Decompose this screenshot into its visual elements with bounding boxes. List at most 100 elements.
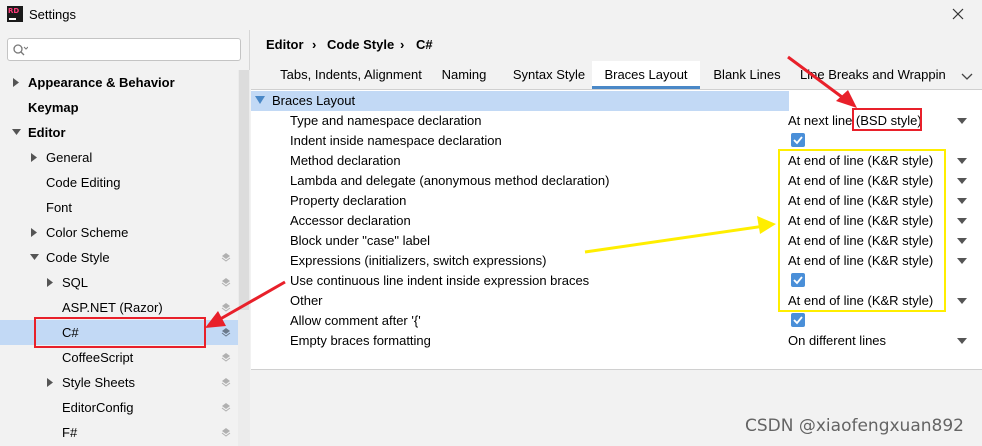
option-row: Use continuous line indent inside expres… [251,271,982,291]
tree-item-fsharp[interactable]: F# [0,420,238,445]
breadcrumb-code-style[interactable]: Code Style [327,37,394,52]
tree-item-label: F# [62,425,78,440]
checkmark-icon [793,316,803,325]
tab-tabs-indents-alignment[interactable]: Tabs, Indents, Alignment [261,61,441,89]
collapsed-arrow-icon[interactable] [46,370,56,395]
dropdown-arrow-icon[interactable] [957,178,967,184]
tree-item-label: SQL [62,275,89,290]
dropdown-arrow-icon[interactable] [957,298,967,304]
layers-icon [221,378,231,387]
option-row: Type and namespace declaration At next li… [251,111,982,131]
collapsed-arrow-icon[interactable] [30,220,40,245]
breadcrumb-separator: › [400,37,405,52]
option-row: Accessor declaration At end of line (K&R … [251,211,982,231]
option-row: Block under "case" label At end of line (… [251,231,982,251]
layers-icon [221,303,231,312]
tab-blank-lines[interactable]: Blank Lines [702,61,792,89]
collapsed-arrow-icon[interactable] [46,270,56,295]
checkmark-icon [793,276,803,285]
tree-item-appearance-behavior[interactable]: Appearance & Behavior [0,70,238,95]
tree-scrollbar-thumb[interactable] [239,70,249,310]
dropdown-arrow-icon[interactable] [957,338,967,344]
tab-naming[interactable]: Naming [431,61,497,89]
option-row: Empty braces formatting On different line… [251,331,982,351]
tree-item-code-editing[interactable]: Code Editing [0,170,238,195]
option-select[interactable]: At end of line (K&R style) [788,213,933,228]
tree-item-label: Appearance & Behavior [28,75,175,90]
tree-item-aspnet-razor[interactable]: ASP.NET (Razor) [0,295,238,320]
breadcrumb-editor[interactable]: Editor [266,37,304,52]
collapse-triangle-icon[interactable] [255,96,265,105]
tree-item-editor[interactable]: Editor [0,120,238,145]
tab-syntax-style[interactable]: Syntax Style [503,61,595,89]
expanded-arrow-icon[interactable] [12,120,22,145]
dropdown-arrow-icon[interactable] [957,198,967,204]
option-label: Other [290,293,323,308]
chevron-down-icon[interactable] [960,69,974,83]
search-input[interactable] [7,38,241,61]
tree-item-label: CoffeeScript [62,350,134,365]
dropdown-arrow-icon[interactable] [957,218,967,224]
tree-item-label: Style Sheets [62,375,135,390]
option-label: Block under "case" label [290,233,431,248]
tree-item-style-sheets[interactable]: Style Sheets [0,370,238,395]
option-checkbox[interactable] [791,313,805,327]
dropdown-arrow-icon[interactable] [957,238,967,244]
option-select[interactable]: At end of line (K&R style) [788,153,933,168]
option-row: Property declaration At end of line (K&R … [251,191,982,211]
collapsed-arrow-icon[interactable] [30,145,40,170]
tree-item-label: EditorConfig [62,400,134,415]
option-select[interactable]: At end of line (K&R style) [788,193,933,208]
option-label: Type and namespace declaration [290,113,482,128]
rider-logo-icon: RD [7,6,23,22]
collapsed-arrow-icon[interactable] [12,70,22,95]
option-select[interactable]: At end of line (K&R style) [788,293,933,308]
tree-item-label: Code Style [46,250,110,265]
option-checkbox[interactable] [791,273,805,287]
tree-item-label: Color Scheme [46,225,129,240]
dropdown-arrow-icon[interactable] [957,258,967,264]
search-icon [13,44,28,56]
option-select[interactable]: At end of line (K&R style) [788,253,933,268]
option-select[interactable]: At end of line (K&R style) [788,173,933,188]
window-title: Settings [29,7,76,22]
tree-scrollbar[interactable] [238,70,250,446]
style-tabs: Tabs, Indents, Alignment Naming Syntax S… [251,61,982,89]
option-label: Property declaration [290,193,407,208]
layers-icon [221,403,231,412]
tree-item-sql[interactable]: SQL [0,270,238,295]
tree-item-label: ASP.NET (Razor) [62,300,163,315]
tree-item-coffeescript[interactable]: CoffeeScript [0,345,238,370]
settings-tree-panel: Appearance & Behavior Keymap Editor General… [0,30,250,446]
dropdown-arrow-icon[interactable] [957,118,967,124]
tree-item-general[interactable]: General [0,145,238,170]
breadcrumb-separator: › [312,37,317,52]
close-icon[interactable] [948,4,968,24]
option-select[interactable]: At next line (BSD style) [788,113,922,128]
option-label: Indent inside namespace declaration [290,133,502,148]
expanded-arrow-icon[interactable] [30,245,40,270]
option-label: Allow comment after '{' [290,313,421,328]
tree-item-font[interactable]: Font [0,195,238,220]
tab-line-breaks-wrapping[interactable]: Line Breaks and Wrapping [800,61,945,89]
layers-icon [221,328,231,337]
option-checkbox[interactable] [791,133,805,147]
tree-item-editorconfig[interactable]: EditorConfig [0,395,238,420]
option-select[interactable]: At end of line (K&R style) [788,233,933,248]
tree-item-color-scheme[interactable]: Color Scheme [0,220,238,245]
section-title: Braces Layout [272,93,356,108]
checkmark-icon [793,136,803,145]
tab-braces-layout[interactable]: Braces Layout [592,61,700,89]
option-select[interactable]: On different lines [788,333,886,348]
settings-content-panel: Editor › Code Style › C# Tabs, Indents, … [251,30,982,446]
section-header[interactable]: Braces Layout [251,91,789,111]
dropdown-arrow-icon[interactable] [957,158,967,164]
tree-item-label: Font [46,200,73,215]
tree-item-csharp[interactable]: C# [0,320,250,345]
tree-item-keymap[interactable]: Keymap [0,95,238,120]
tree-item-label: Keymap [28,100,79,115]
layers-icon [221,278,231,287]
tree-item-label: Code Editing [46,175,121,190]
tree-item-code-style[interactable]: Code Style [0,245,238,270]
option-label: Expressions (initializers, switch expres… [290,253,547,268]
